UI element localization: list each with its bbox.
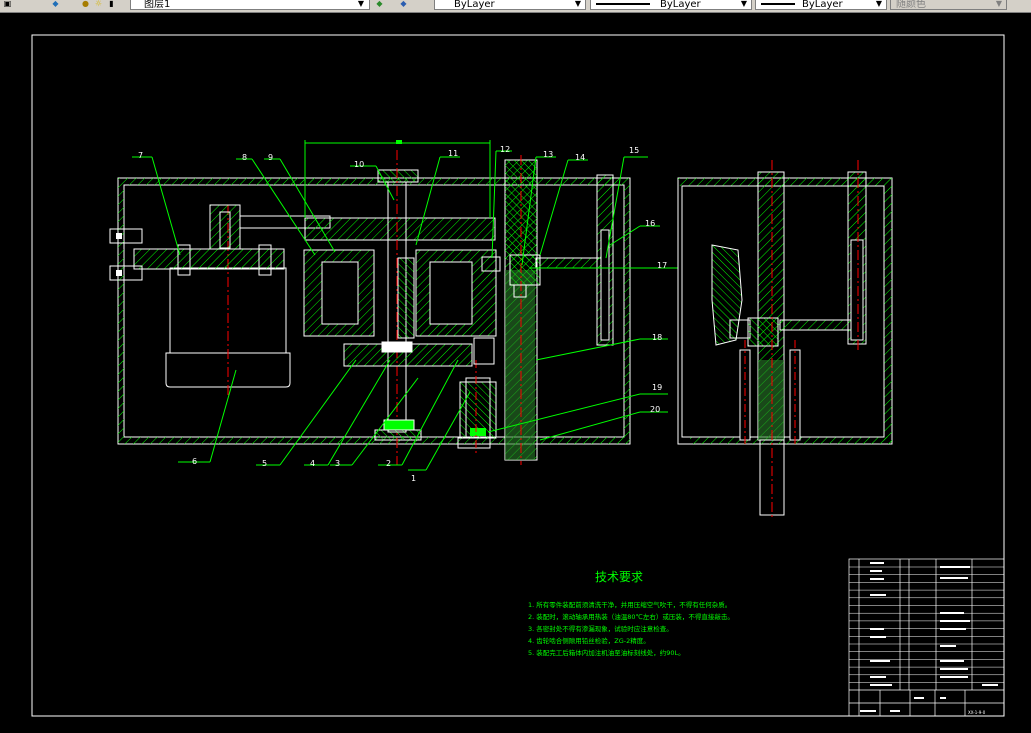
- part-number-5: 5: [262, 459, 267, 468]
- cad-drawing: 1234567 8 91011 1213 14151617181920: [31, 34, 1005, 717]
- drawing-canvas[interactable]: 1 2 3 4 5 6 7 8 9 10 11 12 13 14 15 16 17 18 19 20: [0, 13, 1031, 733]
- part-number-16: 16: [645, 219, 655, 228]
- part-number-15: 15: [629, 146, 639, 155]
- lineweight-dropdown-arrow-icon[interactable]: ▼: [874, 0, 884, 9]
- motor-mount: [109, 204, 331, 281]
- linetype-sample: [596, 3, 650, 5]
- title-block-text-marks: [860, 562, 998, 712]
- title-block-rows: [849, 566, 1004, 683]
- part-number-11: 11: [448, 149, 458, 158]
- layer-manager-icon[interactable]: ▣: [2, 0, 13, 9]
- tech-note-3: 3. 各密封处不得有渗漏现象，试验时应注意检查。: [528, 625, 673, 633]
- color-dropdown-arrow-icon[interactable]: ▼: [573, 0, 583, 9]
- part-number-9: 9: [268, 153, 273, 162]
- layer-previous-icon[interactable]: ◆: [398, 0, 409, 9]
- tech-note-1: 1. 所有零件装配前须清洗干净，并用压缩空气吹干，不得有任何杂质。: [528, 601, 732, 609]
- lineweight-sample: [761, 3, 795, 5]
- layer-name: 图层1: [144, 0, 171, 10]
- part-number-20: 20: [650, 405, 660, 414]
- toolbar: ▣ ◆ ● ☼ ▮ 图层1 ▼ ◆ ◆ ByLayer ▼ ByLayer ▼ …: [0, 0, 1031, 13]
- layers-icon[interactable]: ◆: [50, 0, 61, 9]
- make-current-layer-icon[interactable]: ◆: [374, 0, 385, 9]
- part-number-6: 6: [192, 457, 197, 466]
- bulb-icon[interactable]: ●: [80, 0, 91, 9]
- linetype-value: ByLayer: [660, 0, 701, 10]
- part-number-2: 2: [386, 459, 391, 468]
- linetype-dropdown-arrow-icon[interactable]: ▼: [739, 0, 749, 9]
- part-number-3: 3: [335, 459, 340, 468]
- tech-note-5: 5. 装配完工后箱体内加注机油至油标刻线处，约90L。: [528, 649, 685, 657]
- part-number-7: 7: [138, 151, 143, 160]
- part-number-14: 14: [575, 153, 585, 162]
- part-number-8: 8: [242, 153, 247, 162]
- part-number-17: 17: [657, 261, 667, 270]
- plotstyle-value: 随颜色: [896, 0, 926, 10]
- part-number-10: 10: [354, 160, 364, 169]
- tech-note-4: 4. 齿轮啮合侧隙用铅丝检验，ZG-2精度。: [528, 637, 650, 645]
- tech-requirements-title: 技术要求: [595, 570, 644, 584]
- part-number-18: 18: [652, 333, 662, 342]
- part-number-4: 4: [310, 459, 315, 468]
- title-block-project-code: XX-1-9-0: [968, 710, 986, 715]
- part-number-1: 1: [411, 474, 416, 483]
- part-number-12: 12: [500, 145, 510, 154]
- sun-icon[interactable]: ☼: [93, 0, 104, 9]
- plotstyle-dropdown-arrow-icon: ▼: [995, 0, 1003, 8]
- part-number-19: 19: [652, 383, 662, 392]
- layer-dropdown-arrow-icon[interactable]: ▼: [356, 0, 366, 9]
- tech-note-2: 2. 装配时，滚动轴承用热装（油温80℃左右）或压装，不得直接敲击。: [528, 613, 734, 621]
- lock-icon[interactable]: ▮: [106, 0, 117, 9]
- color-value: ByLayer: [454, 0, 495, 10]
- side-view: [677, 160, 893, 520]
- part-number-13: 13: [543, 150, 553, 159]
- lineweight-value: ByLayer: [802, 0, 843, 10]
